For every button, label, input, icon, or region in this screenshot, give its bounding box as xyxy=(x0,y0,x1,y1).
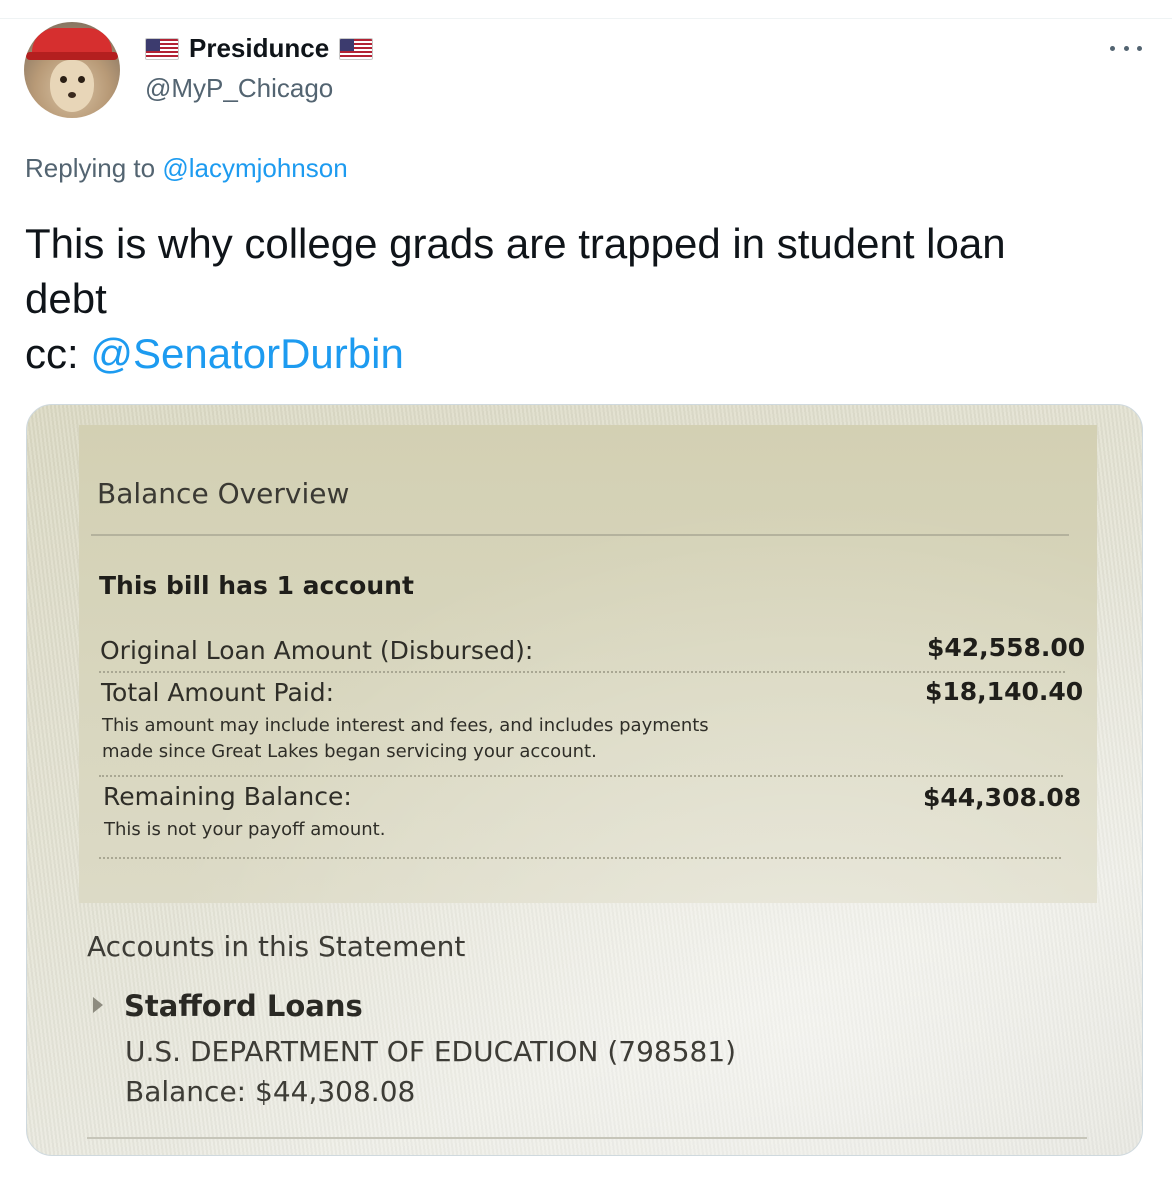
cc-mention-link[interactable]: @SenatorDurbin xyxy=(90,330,403,377)
dog-face-shape xyxy=(50,60,94,112)
nose-shape xyxy=(68,92,76,98)
remaining-balance-value: $44,308.08 xyxy=(923,783,1082,812)
balance-overview-heading: Balance Overview xyxy=(97,477,350,510)
replying-to: Replying to @lacymjohnson xyxy=(25,153,348,184)
paid-note: This amount may include interest and fee… xyxy=(102,715,709,736)
reply-mention-link[interactable]: @lacymjohnson xyxy=(162,153,347,183)
tweet-line: This is why college grads are trapped in… xyxy=(25,220,1006,267)
us-flag-icon xyxy=(145,37,179,60)
account-balance: Balance: $44,308.08 xyxy=(125,1075,416,1108)
avatar[interactable] xyxy=(24,22,120,118)
remaining-balance-label: Remaining Balance: xyxy=(103,782,352,811)
hat-brim-shape xyxy=(26,52,118,60)
original-loan-label: Original Loan Amount (Disbursed): xyxy=(100,636,534,665)
bill-account-count: This bill has 1 account xyxy=(99,571,414,600)
lender-name: U.S. DEPARTMENT OF EDUCATION (798581) xyxy=(125,1035,737,1068)
us-flag-icon xyxy=(339,37,374,60)
row-divider xyxy=(99,857,1061,859)
accounts-heading: Accounts in this Statement xyxy=(87,930,466,963)
tweet-text: This is why college grads are trapped in… xyxy=(25,216,1135,381)
paid-note: made since Great Lakes began servicing y… xyxy=(102,741,597,762)
eye-shape xyxy=(60,76,67,83)
replying-prefix: Replying to xyxy=(25,153,163,183)
row-divider xyxy=(99,775,1063,777)
tweet-line: debt xyxy=(25,275,107,322)
tweet-cc-line: cc: @SenatorDurbin xyxy=(25,326,1135,381)
row-divider xyxy=(99,671,1065,673)
display-name[interactable]: Presidunce xyxy=(189,33,329,64)
bottom-divider xyxy=(87,1137,1087,1139)
user-handle[interactable]: @MyP_Chicago xyxy=(145,73,333,104)
remaining-note: This is not your payoff amount. xyxy=(104,819,386,840)
eye-shape xyxy=(78,76,85,83)
total-paid-label: Total Amount Paid: xyxy=(101,678,335,707)
heading-divider xyxy=(91,534,1069,536)
total-paid-value: $18,140.40 xyxy=(925,677,1084,706)
top-divider xyxy=(0,18,1172,19)
expand-arrow-icon xyxy=(93,997,103,1013)
loan-name: Stafford Loans xyxy=(124,989,363,1023)
author-name-row[interactable]: Presidunce xyxy=(145,33,374,64)
tweet-photo[interactable]: Balance Overview This bill has 1 account… xyxy=(26,404,1143,1156)
original-loan-value: $42,558.00 xyxy=(927,633,1086,662)
more-options-icon[interactable] xyxy=(1110,38,1142,58)
cc-prefix: cc: xyxy=(25,330,91,377)
